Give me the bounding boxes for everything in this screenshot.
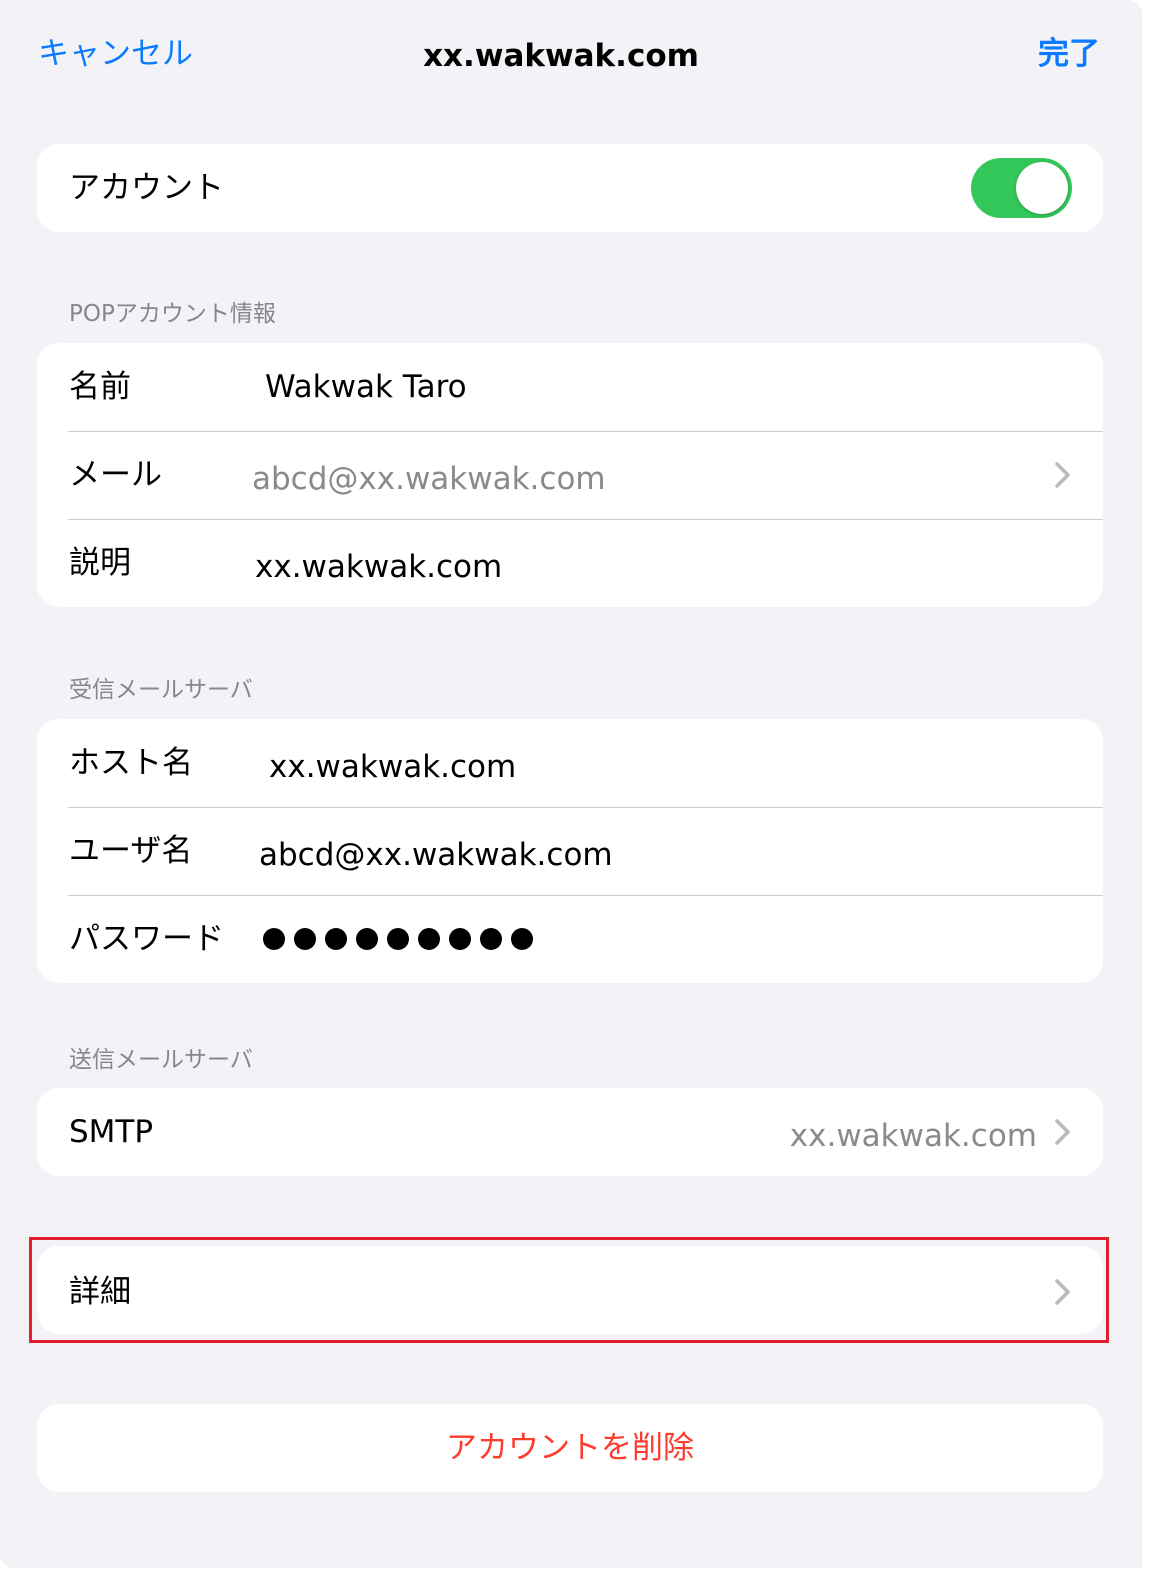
done-button[interactable]: 完了 [1038,30,1100,78]
page-title: xx.wakwak.com [423,38,699,74]
chevron-right-icon [1055,1119,1070,1145]
advanced-label: 詳細 [69,1274,131,1310]
password-mask-dot [263,928,285,950]
chevron-right-icon [1055,462,1070,488]
host-label: ホスト名 [69,745,193,781]
description-label: 説明 [69,545,131,581]
account-toggle[interactable] [971,158,1072,218]
outgoing-section-header: 送信メールサーバ [69,1047,253,1073]
account-label: アカウント [69,170,224,206]
mail-account-settings-sheet: キャンセル xx.wakwak.com 完了 アカウント POPアカウント情報 … [0,0,1142,1568]
incoming-server-card: ホスト名 xx.wakwak.com ユーザ名 abcd@xx.wakwak.c… [37,719,1103,983]
pop-account-card: 名前 Wakwak Taro メール abcd@xx.wakwak.com 説明… [37,343,1103,607]
password-mask-dot [449,928,471,950]
password-mask-dot [294,928,316,950]
delete-account-card: アカウントを削除 [37,1404,1103,1492]
password-mask-dot [325,928,347,950]
chevron-right-icon [1055,1279,1070,1305]
delete-account-label: アカウントを削除 [446,1430,694,1466]
advanced-card: 詳細 [37,1246,1103,1334]
username-field[interactable]: abcd@xx.wakwak.com [259,811,613,899]
password-field[interactable] [263,895,533,983]
password-row[interactable]: パスワード [37,895,1103,983]
name-field[interactable]: Wakwak Taro [265,343,467,431]
smtp-value: xx.wakwak.com [789,1118,1037,1154]
email-row[interactable]: メール abcd@xx.wakwak.com [37,431,1103,519]
password-mask-dot [511,928,533,950]
name-row[interactable]: 名前 Wakwak Taro [37,343,1103,431]
account-card: アカウント [37,144,1103,232]
username-label: ユーザ名 [69,833,193,869]
password-mask-dot [418,928,440,950]
delete-account-button[interactable]: アカウントを削除 [37,1404,1103,1492]
account-row: アカウント [37,144,1103,232]
email-label: メール [69,457,162,493]
outgoing-server-card: SMTP xx.wakwak.com [37,1088,1103,1176]
description-row[interactable]: 説明 xx.wakwak.com [37,519,1103,607]
password-mask-dot [387,928,409,950]
advanced-row[interactable]: 詳細 [37,1246,1103,1334]
host-field[interactable]: xx.wakwak.com [269,723,516,811]
smtp-label: SMTP [69,1114,154,1150]
toggle-knob [1016,162,1068,214]
description-field[interactable]: xx.wakwak.com [255,523,502,607]
email-value: abcd@xx.wakwak.com [252,461,606,497]
incoming-section-header: 受信メールサーバ [69,677,253,703]
name-label: 名前 [69,369,131,405]
username-row[interactable]: ユーザ名 abcd@xx.wakwak.com [37,807,1103,895]
pop-section-header: POPアカウント情報 [69,301,276,327]
password-mask-dot [480,928,502,950]
smtp-row[interactable]: SMTP xx.wakwak.com [37,1088,1103,1176]
password-label: パスワード [69,921,224,957]
password-mask-dot [356,928,378,950]
host-row[interactable]: ホスト名 xx.wakwak.com [37,719,1103,807]
